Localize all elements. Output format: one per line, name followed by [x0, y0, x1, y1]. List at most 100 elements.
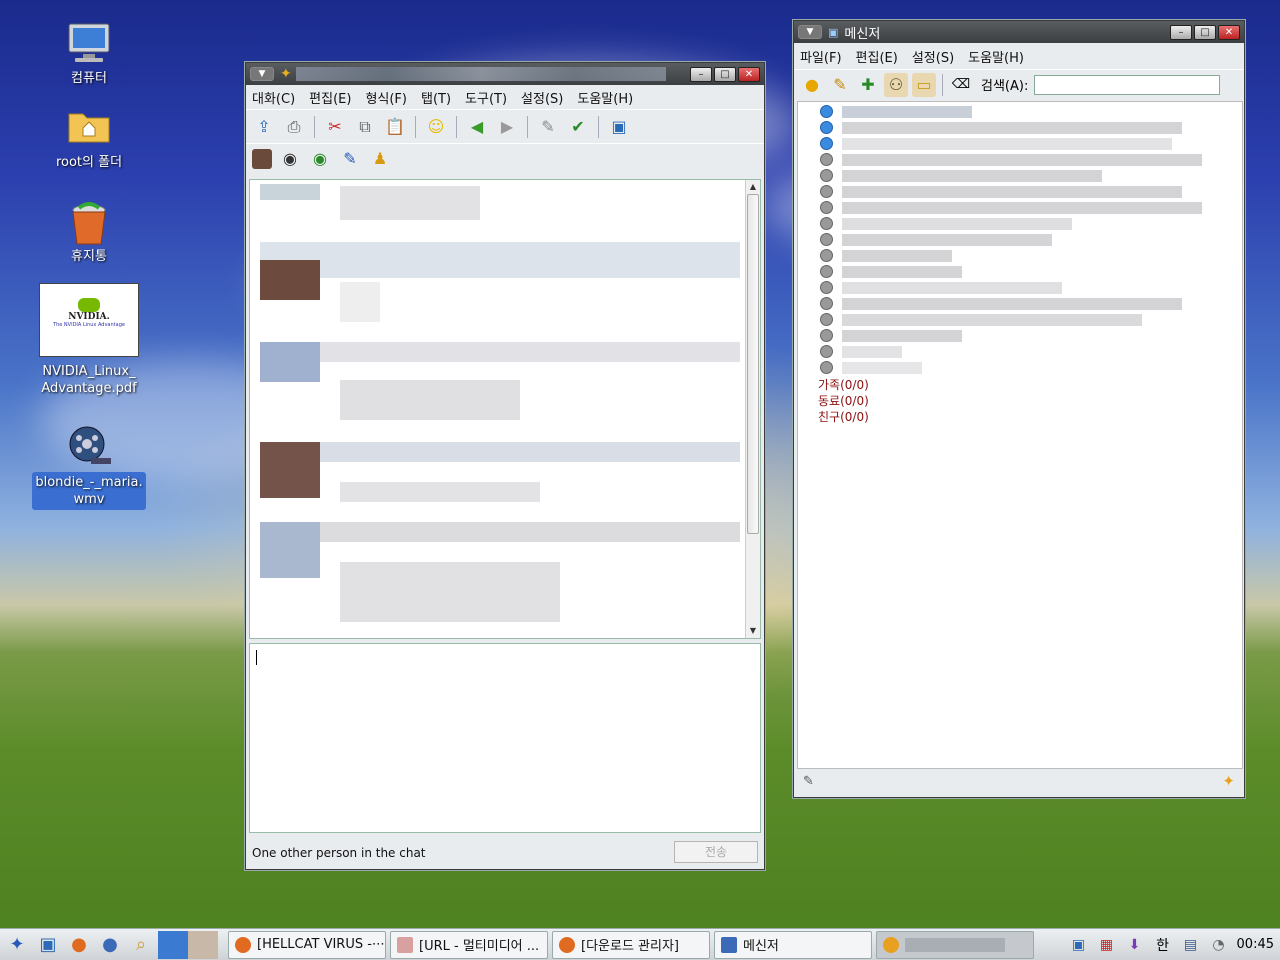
photo-icon[interactable]	[252, 148, 272, 169]
pen-icon[interactable]: ✎	[536, 115, 560, 139]
contact-row[interactable]	[798, 296, 1242, 312]
menu-settings[interactable]: 설정(S)	[521, 88, 563, 107]
maximize-button[interactable]: □	[1194, 24, 1216, 40]
voice-icon[interactable]: ◉	[308, 147, 332, 171]
contact-row[interactable]	[798, 104, 1242, 120]
scroll-up-icon[interactable]: ▲	[746, 180, 760, 194]
close-button[interactable]: ✕	[738, 66, 760, 82]
volume-tray-icon[interactable]: ◔	[1209, 935, 1229, 955]
contact-row[interactable]	[798, 280, 1242, 296]
menu-help[interactable]: 도움말(H)	[577, 88, 633, 107]
window-menu-button[interactable]: ▼	[250, 67, 274, 81]
contacts-view-icon[interactable]: ⚇	[884, 72, 908, 97]
contact-row[interactable]	[798, 344, 1242, 360]
notes-icon[interactable]: ✎	[803, 774, 814, 789]
workspace-switcher-icon[interactable]	[158, 930, 188, 959]
spellcheck-icon[interactable]: ✔	[566, 115, 590, 139]
scroll-down-icon[interactable]: ▼	[746, 624, 760, 638]
forward-arrow-icon[interactable]: ▶	[495, 115, 519, 139]
menu-edit[interactable]: 편집(E)	[309, 88, 351, 107]
messenger-icon[interactable]: ▣	[607, 115, 631, 139]
thunderbird-launcher-icon[interactable]: ●	[96, 931, 124, 959]
task-hellcat-virus[interactable]: [HELLCAT VIRUS -⋯	[228, 930, 386, 959]
desktop-icon-home-folder[interactable]: root의 폴더	[30, 106, 148, 171]
desktop-icon-trash[interactable]: 휴지통	[30, 200, 148, 265]
chat-history[interactable]: ▲ ▼	[249, 179, 761, 639]
messenger-tray-icon[interactable]: ▣	[1069, 935, 1089, 955]
emoticon-icon[interactable]: ☺	[424, 115, 448, 139]
workspace-switcher-icon[interactable]	[188, 930, 218, 959]
desktop-icon-wmv-video[interactable]: blondie_-_maria. wmv	[30, 424, 148, 510]
paste-icon[interactable]: 📋	[383, 115, 407, 139]
contact-row[interactable]	[798, 216, 1242, 232]
task-download-manager[interactable]: [다운로드 관리자]	[552, 930, 710, 959]
edit-icon[interactable]: ✎	[828, 73, 852, 97]
contact-row[interactable]	[798, 184, 1242, 200]
contact-row[interactable]	[798, 120, 1242, 136]
media-tray-icon[interactable]: ▦	[1097, 935, 1117, 955]
contact-row[interactable]	[798, 136, 1242, 152]
bell-icon[interactable]: ♟	[368, 147, 392, 171]
messenger-window[interactable]: ▼ ▣ 메신저 – □ ✕ 파일(F) 편집(E) 설정(S) 도움말(H) ●…	[793, 20, 1245, 798]
contact-row[interactable]	[798, 360, 1242, 376]
contact-row[interactable]	[798, 312, 1242, 328]
chat-message-input[interactable]	[249, 643, 761, 833]
clock[interactable]: 00:45	[1237, 937, 1274, 952]
group-row-colleagues[interactable]: 동료(0/0)	[818, 392, 869, 409]
menu-conversation[interactable]: 대화(C)	[252, 88, 295, 107]
search-input[interactable]	[1034, 74, 1221, 95]
contact-row[interactable]	[798, 232, 1242, 248]
window-menu-button[interactable]: ▼	[798, 25, 822, 39]
file-search-launcher-icon[interactable]: ⌕	[127, 931, 155, 959]
minimize-button[interactable]: –	[1170, 24, 1192, 40]
menu-tab[interactable]: 탭(T)	[421, 88, 451, 107]
thumbnail-subtitle: The NVIDIA Linux Advantage	[53, 322, 125, 328]
print-icon[interactable]: ⎙	[282, 115, 306, 139]
contact-row[interactable]	[798, 248, 1242, 264]
chat-titlebar[interactable]: ▼ ✦ – □ ✕	[246, 63, 764, 85]
contact-list[interactable]: 가족(0/0) 동료(0/0) 친구(0/0)	[797, 101, 1243, 769]
group-row-family[interactable]: 가족(0/0)	[818, 376, 869, 393]
chat-window[interactable]: ▼ ✦ – □ ✕ 대화(C) 편집(E) 형식(F) 탭(T) 도구(T) 설…	[245, 62, 765, 870]
menu-help[interactable]: 도움말(H)	[968, 47, 1024, 66]
menu-settings[interactable]: 설정(S)	[912, 47, 954, 66]
contact-row[interactable]	[798, 264, 1242, 280]
task-url-multimedia[interactable]: [URL - 멀티미디어 ...	[390, 930, 548, 959]
contact-row[interactable]	[798, 328, 1242, 344]
scroll-thumb[interactable]	[747, 194, 759, 534]
desktop-icon-nvidia-pdf[interactable]: NVIDIA. The NVIDIA Linux Advantage NVIDI…	[30, 283, 148, 397]
firefox-launcher-icon[interactable]: ●	[65, 931, 93, 959]
ime-indicator[interactable]: 한	[1153, 935, 1173, 955]
menu-file[interactable]: 파일(F)	[800, 47, 842, 66]
network-tray-icon[interactable]: ▤	[1181, 935, 1201, 955]
status-user-icon[interactable]: ●	[800, 73, 824, 97]
start-menu-icon[interactable]: ✦	[3, 931, 31, 959]
update-tray-icon[interactable]: ⬇	[1125, 935, 1145, 955]
contact-row[interactable]	[798, 152, 1242, 168]
send-button[interactable]: 전송	[674, 841, 758, 863]
task-messenger[interactable]: 메신저	[714, 930, 872, 959]
webcam-icon[interactable]: ◉	[278, 147, 302, 171]
menu-format[interactable]: 형식(F)	[365, 88, 407, 107]
contact-row[interactable]	[798, 168, 1242, 184]
group-row-friends[interactable]: 친구(0/0)	[818, 408, 869, 425]
back-arrow-icon[interactable]: ◀	[465, 115, 489, 139]
task-chat-window[interactable]	[876, 930, 1034, 959]
send-file-icon[interactable]: ⇪	[252, 115, 276, 139]
chat-scrollbar[interactable]: ▲ ▼	[745, 180, 760, 638]
minimize-button[interactable]: –	[690, 66, 712, 82]
add-contact-icon[interactable]: ✚	[856, 73, 880, 97]
contact-row[interactable]	[798, 200, 1242, 216]
search-clear-icon[interactable]: ⌫	[949, 73, 973, 97]
editor-launcher-icon[interactable]: ▣	[34, 931, 62, 959]
menu-edit[interactable]: 편집(E)	[856, 47, 898, 66]
folder-icon[interactable]: ▭	[912, 72, 936, 97]
cut-icon[interactable]: ✂	[323, 115, 347, 139]
maximize-button[interactable]: □	[714, 66, 736, 82]
copy-icon[interactable]: ⧉	[353, 115, 377, 139]
close-button[interactable]: ✕	[1218, 24, 1240, 40]
desktop-icon-computer[interactable]: 컴퓨터	[30, 22, 148, 87]
messenger-titlebar[interactable]: ▼ ▣ 메신저 – □ ✕	[794, 21, 1244, 43]
link-icon[interactable]: ✎	[338, 147, 362, 171]
menu-tools[interactable]: 도구(T)	[465, 88, 507, 107]
